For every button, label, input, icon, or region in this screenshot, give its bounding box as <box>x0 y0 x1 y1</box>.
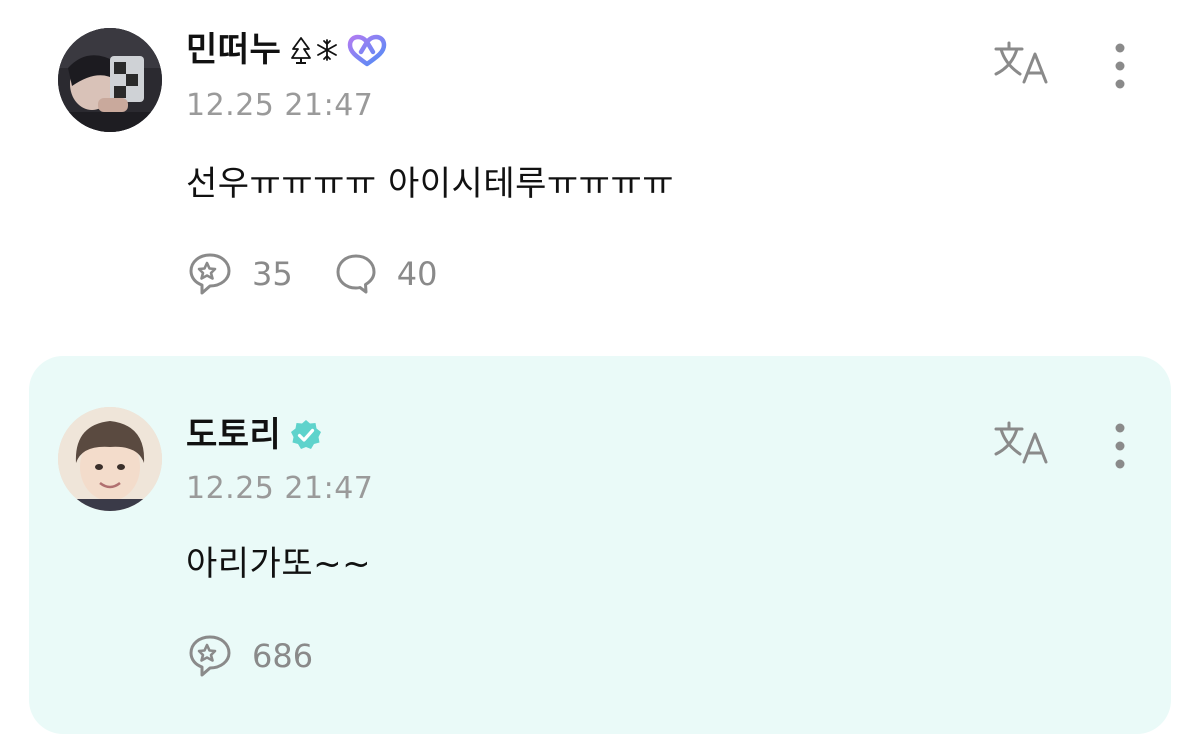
translate-button[interactable] <box>992 40 1054 90</box>
comment-text: 아리가또~~ <box>186 544 372 584</box>
timestamp: 12.25 21:47 <box>186 471 374 506</box>
more-vertical-icon <box>1115 43 1125 89</box>
translate-button[interactable] <box>992 420 1054 470</box>
tree-emoji-icon <box>289 35 313 65</box>
more-options-button[interactable] <box>1110 422 1130 474</box>
action-bar: 686 <box>186 632 353 680</box>
author-line: 민떠누 <box>186 26 387 74</box>
author-name[interactable]: 민떠누 <box>186 26 281 74</box>
reaction-star-bubble-icon <box>189 253 231 295</box>
avatar[interactable] <box>58 28 162 132</box>
author-name[interactable]: 도토리 <box>186 411 281 459</box>
reaction-count: 686 <box>252 637 314 675</box>
comment-count: 40 <box>396 255 438 293</box>
more-options-button[interactable] <box>1110 42 1130 94</box>
reply-post-highlighted: 도토리 12.25 21:47 아리가또~~ 686 <box>29 356 1171 734</box>
comment-button[interactable]: 40 <box>333 251 438 297</box>
snowflake-emoji-icon <box>315 38 339 62</box>
translate-icon <box>994 41 1048 84</box>
comment-post: 민떠누 12.25 21:47 선우ㅠㅠㅠㅠ 아이시테루ㅠㅠㅠㅠ 35 40 <box>0 0 1200 340</box>
translate-icon <box>994 421 1048 464</box>
comment-bubble-icon <box>336 254 376 294</box>
reaction-star-bubble-icon <box>189 635 231 677</box>
comment-text: 선우ㅠㅠㅠㅠ 아이시테루ㅠㅠㅠㅠ <box>186 164 675 204</box>
infinity-heart-icon <box>347 32 387 68</box>
avatar[interactable] <box>58 407 162 511</box>
reaction-button[interactable]: 686 <box>186 632 313 680</box>
reaction-count: 35 <box>252 255 293 293</box>
timestamp: 12.25 21:47 <box>186 88 374 123</box>
author-line: 도토리 <box>186 411 323 459</box>
more-vertical-icon <box>1115 423 1125 469</box>
action-bar: 35 40 <box>186 250 477 298</box>
verified-badge-icon <box>289 418 323 452</box>
reaction-button[interactable]: 35 <box>186 250 293 298</box>
